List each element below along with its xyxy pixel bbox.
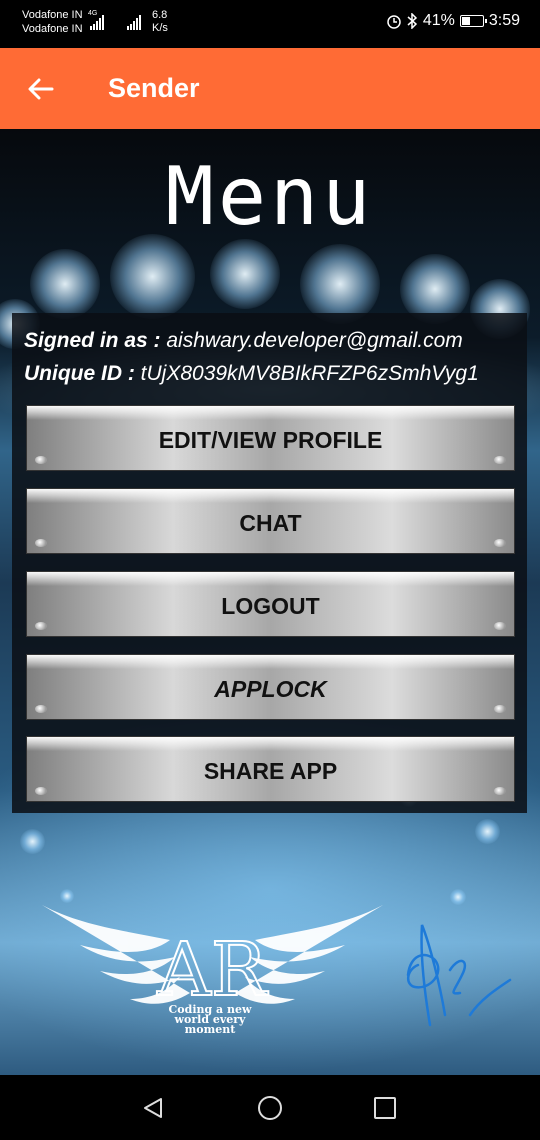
rivet-icon (494, 622, 506, 630)
unique-id-row: Unique ID : tUjX8039kMV8BIkRFZP6zSmhVyg1 (24, 362, 479, 386)
home-circle-icon (258, 1096, 282, 1120)
network-speed: 6.8 K/s (152, 9, 168, 34)
rivet-icon (494, 705, 506, 713)
app-title: Sender (108, 73, 200, 103)
signed-in-label: Signed in as : (24, 329, 161, 352)
logout-label: LOGOUT (221, 592, 320, 619)
applock-button[interactable]: APPLOCK (26, 654, 515, 720)
signature-image (406, 924, 512, 1027)
system-nav-bar (0, 1075, 540, 1140)
rivet-icon (494, 539, 506, 547)
unique-id-value: tUjX8039kMV8BIkRFZP6zSmhVyg1 (140, 362, 479, 385)
nav-home-button[interactable] (255, 1093, 285, 1123)
battery-icon (459, 15, 487, 27)
chat-label: CHAT (239, 509, 302, 536)
rivet-icon (494, 787, 506, 795)
arrow-left-icon (28, 78, 54, 100)
chat-button[interactable]: CHAT (26, 488, 515, 554)
user-email: aishwary.developer@gmail.com (166, 329, 463, 352)
alarm-icon (387, 15, 401, 29)
signal-2-icon (127, 12, 142, 30)
menu-panel: Signed in as : aishwary.developer@gmail.… (12, 313, 527, 813)
status-bar: Vodafone IN Vodafone IN 4G 6.8 K/s 41% 3… (0, 0, 540, 48)
nav-back-button[interactable] (138, 1093, 168, 1123)
carrier-1: Vodafone IN (22, 9, 83, 21)
battery-percent: 41% (422, 12, 455, 29)
clock: 3:59 (488, 12, 520, 29)
bluetooth-icon (407, 13, 417, 29)
edit-profile-label: EDIT/VIEW PROFILE (158, 426, 383, 453)
share-app-button[interactable]: SHARE APP (26, 736, 515, 802)
menu-title: Menu (165, 150, 375, 243)
back-button[interactable] (18, 66, 64, 112)
carrier-2: Vodafone IN (22, 23, 83, 35)
rivet-icon (35, 539, 47, 547)
logo-tagline: Coding a new world every moment (168, 1003, 252, 1036)
rivet-icon (494, 456, 506, 464)
signal-1-icon (90, 12, 105, 30)
rivet-icon (35, 456, 47, 464)
back-triangle-icon (144, 1098, 162, 1118)
edit-profile-button[interactable]: EDIT/VIEW PROFILE (26, 405, 515, 471)
status-right: 41% 3:59 (386, 12, 520, 30)
rivet-icon (35, 787, 47, 795)
carrier-info: Vodafone IN Vodafone IN (22, 8, 83, 36)
rivet-icon (35, 705, 47, 713)
unique-id-label: Unique ID : (24, 362, 135, 385)
applock-label: APPLOCK (214, 675, 327, 702)
logo-monogram: AR (156, 927, 268, 1013)
recents-square-icon (374, 1097, 396, 1119)
app-bar: Sender (0, 48, 540, 129)
rivet-icon (35, 622, 47, 630)
logout-button[interactable]: LOGOUT (26, 571, 515, 637)
share-app-label: SHARE APP (203, 757, 338, 784)
nav-recents-button[interactable] (370, 1093, 400, 1123)
signed-in-row: Signed in as : aishwary.developer@gmail.… (24, 329, 463, 353)
